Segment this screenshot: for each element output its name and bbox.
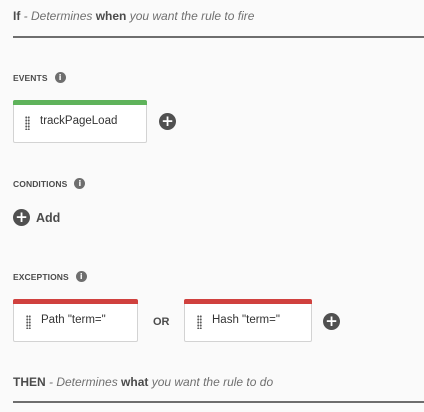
info-icon[interactable]: i — [74, 178, 86, 189]
conditions-label: CONDITIONS — [13, 178, 68, 189]
event-card-accent-bar — [13, 100, 147, 105]
events-section-label: EVENTS i — [13, 72, 66, 83]
if-header: If - Determines when you want the rule t… — [13, 9, 254, 23]
if-text-after: you want the rule to fire — [126, 9, 255, 23]
add-condition-label: Add — [36, 210, 61, 225]
exception-card-hash[interactable]: Hash "term=" — [184, 299, 312, 342]
exceptions-label: EXCEPTIONS — [13, 271, 69, 282]
then-text-after: you want the rule to do — [148, 375, 274, 389]
then-emphasis: what — [121, 375, 149, 389]
event-card-trackpageload[interactable]: trackPageLoad — [13, 100, 147, 143]
plus-circle-icon: + — [13, 209, 30, 226]
then-keyword: THEN — [13, 375, 46, 389]
exceptions-section-label: EXCEPTIONS i — [13, 271, 87, 282]
or-separator: OR — [153, 316, 170, 328]
then-header: THEN - Determines what you want the rule… — [13, 375, 273, 389]
events-label: EVENTS — [13, 72, 48, 83]
exception-card-label: Hash "term=" — [212, 314, 280, 326]
if-emphasis: when — [95, 9, 127, 23]
drag-handle-icon[interactable] — [197, 315, 202, 329]
add-exception-plus-circle-icon[interactable]: + — [323, 313, 340, 330]
then-divider — [13, 401, 424, 403]
exception-card-accent-bar — [13, 299, 138, 304]
exception-card-accent-bar — [184, 299, 312, 304]
event-card-label: trackPageLoad — [40, 115, 118, 127]
conditions-section-label: CONDITIONS i — [13, 178, 86, 189]
if-divider — [13, 36, 424, 38]
add-condition-button[interactable]: + Add — [13, 209, 60, 226]
drag-handle-icon[interactable] — [26, 315, 31, 329]
info-icon[interactable]: i — [75, 271, 87, 282]
exception-card-path[interactable]: Path "term=" — [13, 299, 138, 342]
drag-handle-icon[interactable] — [25, 116, 30, 130]
then-text-before: - Determines — [45, 375, 122, 389]
if-text-before: - Determines — [20, 9, 96, 23]
info-icon[interactable]: i — [54, 72, 66, 83]
add-event-plus-circle-icon[interactable]: + — [159, 113, 176, 130]
exception-card-label: Path "term=" — [41, 314, 106, 326]
